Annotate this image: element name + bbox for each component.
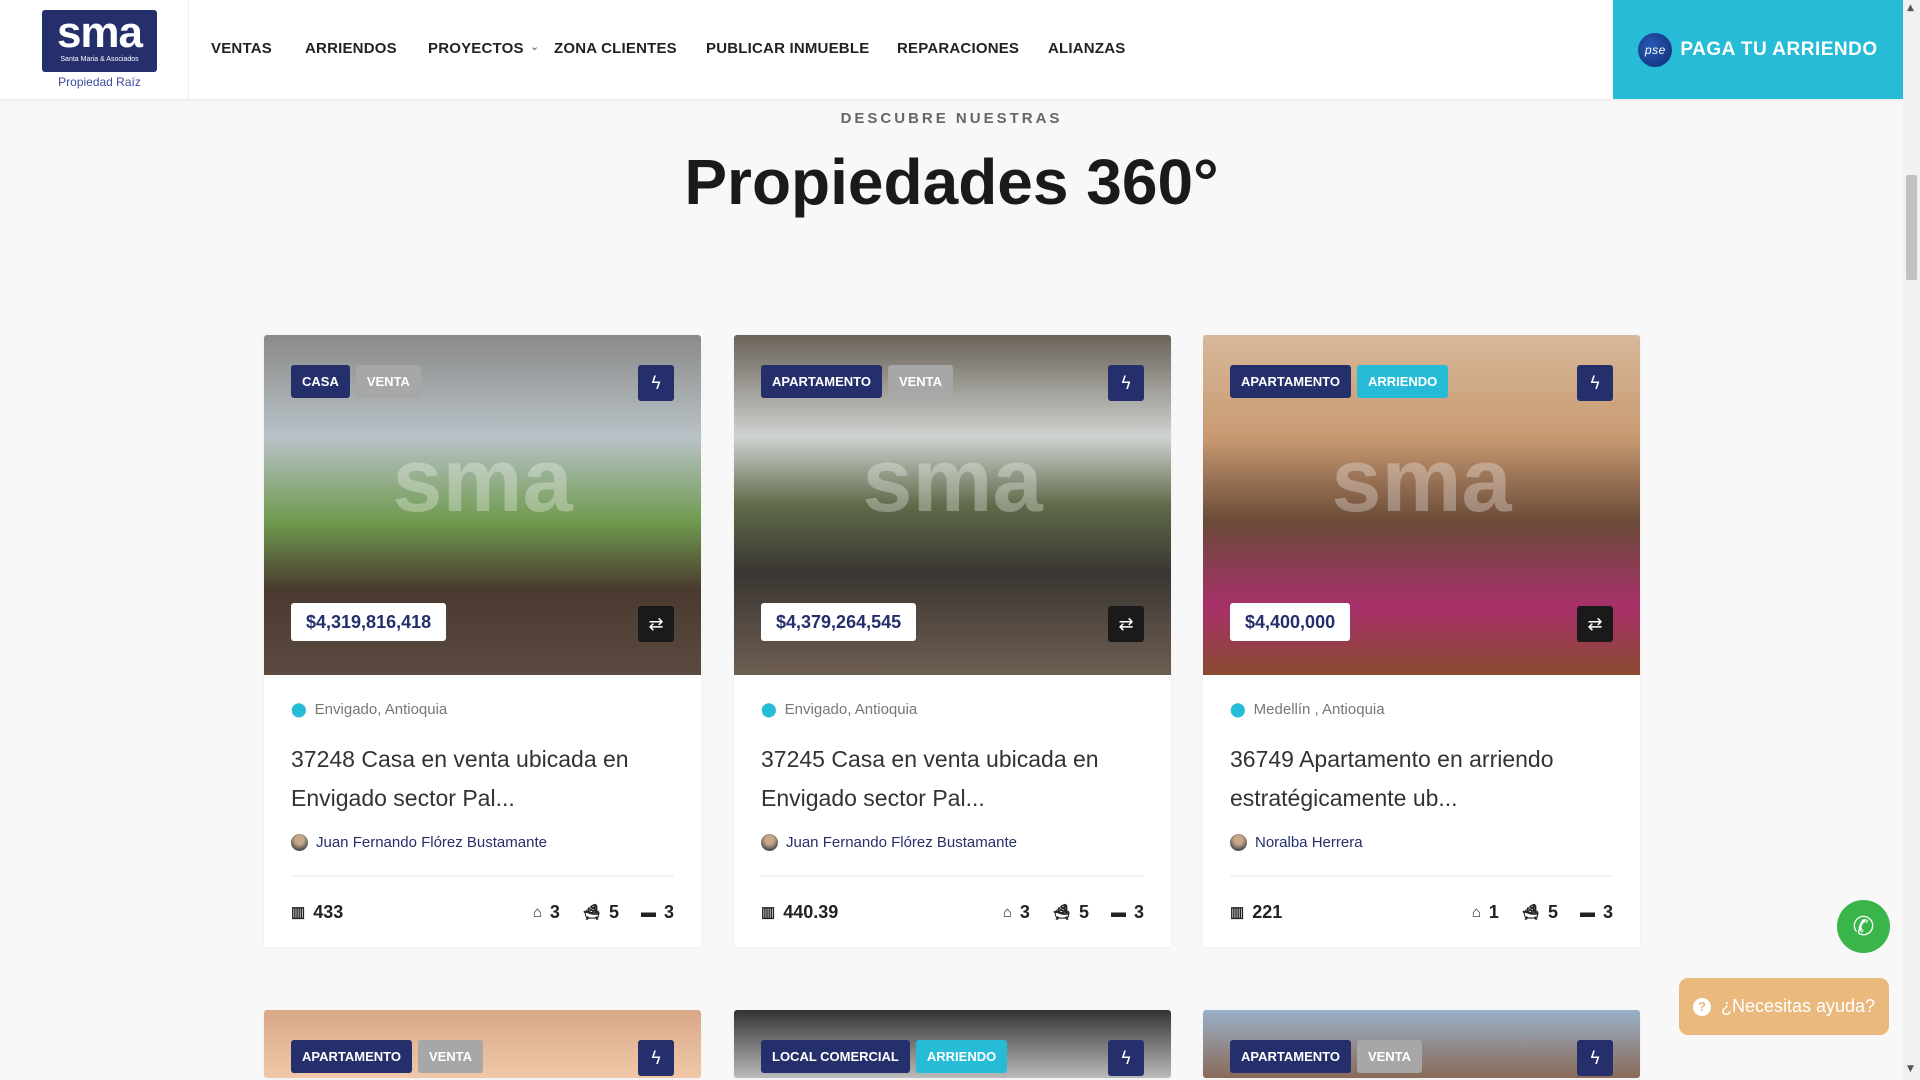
watermark-logo: sma bbox=[862, 431, 1043, 531]
nav-proyectos[interactable]: PROYECTOS bbox=[428, 40, 524, 57]
property-card[interactable]: APARTAMENTO VENTA ϟ bbox=[264, 1010, 701, 1078]
parking-icon: ⌂ bbox=[1002, 903, 1012, 921]
parking-icon: ⌂ bbox=[532, 903, 542, 921]
property-image[interactable]: sma CASA VENTA ϟ $4,319,816,418 ⇄ bbox=[264, 335, 701, 675]
price-tag: $4,319,816,418 bbox=[291, 603, 447, 641]
nav-arriendos[interactable]: ARRIENDOS bbox=[305, 40, 397, 57]
lightning-icon[interactable]: ϟ bbox=[1577, 365, 1613, 401]
scrollbar[interactable]: ▲ ▼ bbox=[1903, 0, 1920, 1080]
nav-ventas[interactable]: VENTAS bbox=[211, 40, 272, 57]
whatsapp-icon: ✆ bbox=[1852, 911, 1875, 942]
lightning-icon[interactable]: ϟ bbox=[638, 1040, 674, 1076]
nav-zona-clientes[interactable]: ZONA CLIENTES bbox=[554, 40, 677, 57]
deal-badge[interactable]: VENTA bbox=[887, 365, 954, 398]
chevron-down-icon[interactable]: ⌄ bbox=[530, 40, 539, 53]
property-image[interactable]: LOCAL COMERCIAL ARRIENDO ϟ bbox=[734, 1010, 1171, 1078]
price-tag: $4,379,264,545 bbox=[761, 603, 917, 641]
property-card[interactable]: APARTAMENTO VENTA ϟ bbox=[1203, 1010, 1640, 1078]
area-icon: ▥ bbox=[1230, 904, 1245, 921]
type-badge[interactable]: APARTAMENTO bbox=[1230, 365, 1351, 398]
deal-badge[interactable]: VENTA bbox=[355, 365, 421, 398]
property-card[interactable]: sma CASA VENTA ϟ $4,319,816,418 ⇄ ⬤ Enviga… bbox=[264, 335, 701, 947]
pse-logo-icon: pse bbox=[1638, 32, 1673, 67]
price-tag: $4,400,000 bbox=[1230, 603, 1351, 641]
location: ⬤ Envigado, Antioquia bbox=[291, 701, 448, 718]
type-badge[interactable]: APARTAMENTO bbox=[761, 365, 882, 398]
avatar bbox=[761, 834, 778, 851]
nav-publicar-inmueble[interactable]: PUBLICAR INMUEBLE bbox=[706, 40, 869, 57]
property-card[interactable]: sma APARTAMENTO VENTA ϟ $4,379,264,545 ⇄ … bbox=[734, 335, 1171, 947]
parking-icon: ⌂ bbox=[1471, 903, 1481, 921]
help-button[interactable]: ? ¿Necesitas ayuda? bbox=[1679, 978, 1889, 1035]
property-image[interactable]: APARTAMENTO VENTA ϟ bbox=[1203, 1010, 1640, 1078]
property-image[interactable]: sma APARTAMENTO ARRIENDO ϟ $4,400,000 ⇄ bbox=[1203, 335, 1640, 675]
lightning-icon[interactable]: ϟ bbox=[1108, 365, 1144, 401]
area-icon: ▥ bbox=[761, 904, 776, 921]
section-eyebrow: DESCUBRE NUESTRAS bbox=[840, 110, 1063, 127]
lightning-icon[interactable]: ϟ bbox=[1577, 1040, 1613, 1076]
question-icon: ? bbox=[1692, 997, 1711, 1016]
bed-icon: ▬ bbox=[1579, 903, 1595, 921]
property-stats: ▥ 221 ⌂ 1 🛁︎ 5 ▬ 3 bbox=[1230, 901, 1613, 922]
scroll-down-icon[interactable]: ▼ bbox=[1907, 1064, 1914, 1074]
property-stats: ▥ 440.39 ⌂ 3 🛁︎ 5 ▬ 3 bbox=[761, 901, 1144, 922]
deal-badge[interactable]: ARRIENDO bbox=[915, 1040, 1008, 1073]
bathtub-icon: 🛁︎ bbox=[1520, 904, 1540, 921]
compare-icon[interactable]: ⇄ bbox=[638, 606, 674, 642]
property-card[interactable]: sma APARTAMENTO ARRIENDO ϟ $4,400,000 ⇄ ⬤… bbox=[1203, 335, 1640, 947]
type-badge[interactable]: CASA bbox=[291, 365, 350, 398]
watermark-logo: sma bbox=[392, 431, 573, 531]
divider bbox=[188, 0, 189, 99]
pay-rent-button[interactable]: pse PAGA TU ARRIENDO bbox=[1613, 0, 1903, 99]
deal-badge[interactable]: ARRIENDO bbox=[1356, 365, 1449, 398]
bathtub-icon: 🛁︎ bbox=[1051, 904, 1071, 921]
agent[interactable]: Juan Fernando Flórez Bustamante bbox=[761, 834, 1144, 851]
location: ⬤ Envigado, Antioquia bbox=[761, 701, 918, 718]
property-title[interactable]: 36749 Apartamento en arriendo estratégica… bbox=[1230, 740, 1613, 818]
map-pin-icon: ⬤ bbox=[761, 701, 777, 717]
nav-alianzas[interactable]: ALIANZAS bbox=[1048, 40, 1125, 57]
avatar bbox=[1230, 834, 1247, 851]
property-stats: ▥ 433 ⌂ 3 🛁︎ 5 ▬ 3 bbox=[291, 901, 674, 922]
area-icon: ▥ bbox=[291, 904, 306, 921]
property-card[interactable]: LOCAL COMERCIAL ARRIENDO ϟ bbox=[734, 1010, 1171, 1078]
bathtub-icon: 🛁︎ bbox=[581, 904, 601, 921]
logo[interactable]: sma Santa Maria & Asociados bbox=[42, 10, 157, 72]
scroll-up-icon[interactable]: ▲ bbox=[1907, 3, 1914, 13]
compare-icon[interactable]: ⇄ bbox=[1577, 606, 1613, 642]
map-pin-icon: ⬤ bbox=[291, 701, 307, 717]
property-image[interactable]: APARTAMENTO VENTA ϟ bbox=[264, 1010, 701, 1078]
avatar bbox=[291, 834, 308, 851]
watermark-logo: sma bbox=[1331, 431, 1512, 531]
type-badge[interactable]: APARTAMENTO bbox=[291, 1040, 412, 1073]
logo-tagline: Propiedad Raíz bbox=[58, 75, 141, 89]
property-title[interactable]: 37245 Casa en venta ubicada en Envigado s… bbox=[761, 740, 1144, 818]
bed-icon: ▬ bbox=[640, 903, 656, 921]
scrollbar-thumb[interactable] bbox=[1906, 175, 1917, 280]
map-pin-icon: ⬤ bbox=[1230, 701, 1246, 717]
type-badge[interactable]: APARTAMENTO bbox=[1230, 1040, 1351, 1073]
lightning-icon[interactable]: ϟ bbox=[638, 365, 674, 401]
property-image[interactable]: sma APARTAMENTO VENTA ϟ $4,379,264,545 ⇄ bbox=[734, 335, 1171, 675]
whatsapp-button[interactable]: ✆ bbox=[1837, 900, 1890, 953]
agent[interactable]: Juan Fernando Flórez Bustamante bbox=[291, 834, 674, 851]
lightning-icon[interactable]: ϟ bbox=[1108, 1040, 1144, 1076]
site-header: sma Santa Maria & Asociados Propiedad Raí… bbox=[0, 0, 1903, 99]
compare-icon[interactable]: ⇄ bbox=[1108, 606, 1144, 642]
type-badge[interactable]: LOCAL COMERCIAL bbox=[761, 1040, 910, 1073]
bed-icon: ▬ bbox=[1110, 903, 1126, 921]
property-title[interactable]: 37248 Casa en venta ubicada en Envigado s… bbox=[291, 740, 674, 818]
page-title: Propiedades 360° bbox=[684, 146, 1219, 218]
nav-reparaciones[interactable]: REPARACIONES bbox=[897, 40, 1019, 57]
agent[interactable]: Noralba Herrera bbox=[1230, 834, 1613, 851]
deal-badge[interactable]: VENTA bbox=[417, 1040, 484, 1073]
location: ⬤ Medellín , Antioquia bbox=[1230, 701, 1385, 718]
deal-badge[interactable]: VENTA bbox=[1356, 1040, 1423, 1073]
